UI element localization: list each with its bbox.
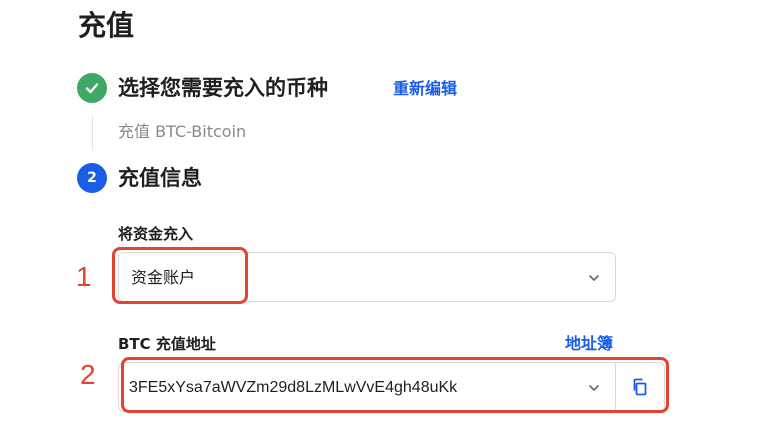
deposit-account-value: 资金账户 xyxy=(131,268,196,287)
deposit-page: 充值 选择您需要充入的币种 重新编辑 充值 BTC-Bitcoin 2 充值信息… xyxy=(0,0,776,440)
annotation-number-2: 2 xyxy=(80,359,96,390)
step-2-number-badge: 2 xyxy=(77,163,107,193)
step-1-title: 选择您需要充入的币种 xyxy=(118,76,328,100)
chevron-down-icon xyxy=(589,385,599,391)
address-book-link[interactable]: 地址簿 xyxy=(565,333,613,355)
annotation-number-1: 1 xyxy=(76,261,92,292)
step-2-title: 充值信息 xyxy=(118,166,202,190)
copy-icon xyxy=(633,378,647,396)
step-1-done-icon xyxy=(77,73,107,103)
check-icon xyxy=(85,83,99,94)
deposit-account-select[interactable]: 资金账户 xyxy=(118,252,616,302)
deposit-address-label: BTC 充值地址 xyxy=(118,335,216,353)
re-edit-link[interactable]: 重新编辑 xyxy=(393,77,457,101)
step-connector-line xyxy=(92,116,93,150)
page-title: 充值 xyxy=(78,9,135,42)
deposit-address-select[interactable]: 3FE5xYsa7aWVZm29d8LzMLwVvE4gh48uKk xyxy=(118,362,616,412)
chevron-down-icon xyxy=(589,275,599,281)
deposit-address-value: 3FE5xYsa7aWVZm29d8LzMLwVvE4gh48uKk xyxy=(129,379,458,396)
copy-address-button[interactable] xyxy=(615,362,665,412)
deposit-to-label: 将资金充入 xyxy=(118,225,194,243)
step-1-summary: 充值 BTC-Bitcoin xyxy=(118,122,247,141)
